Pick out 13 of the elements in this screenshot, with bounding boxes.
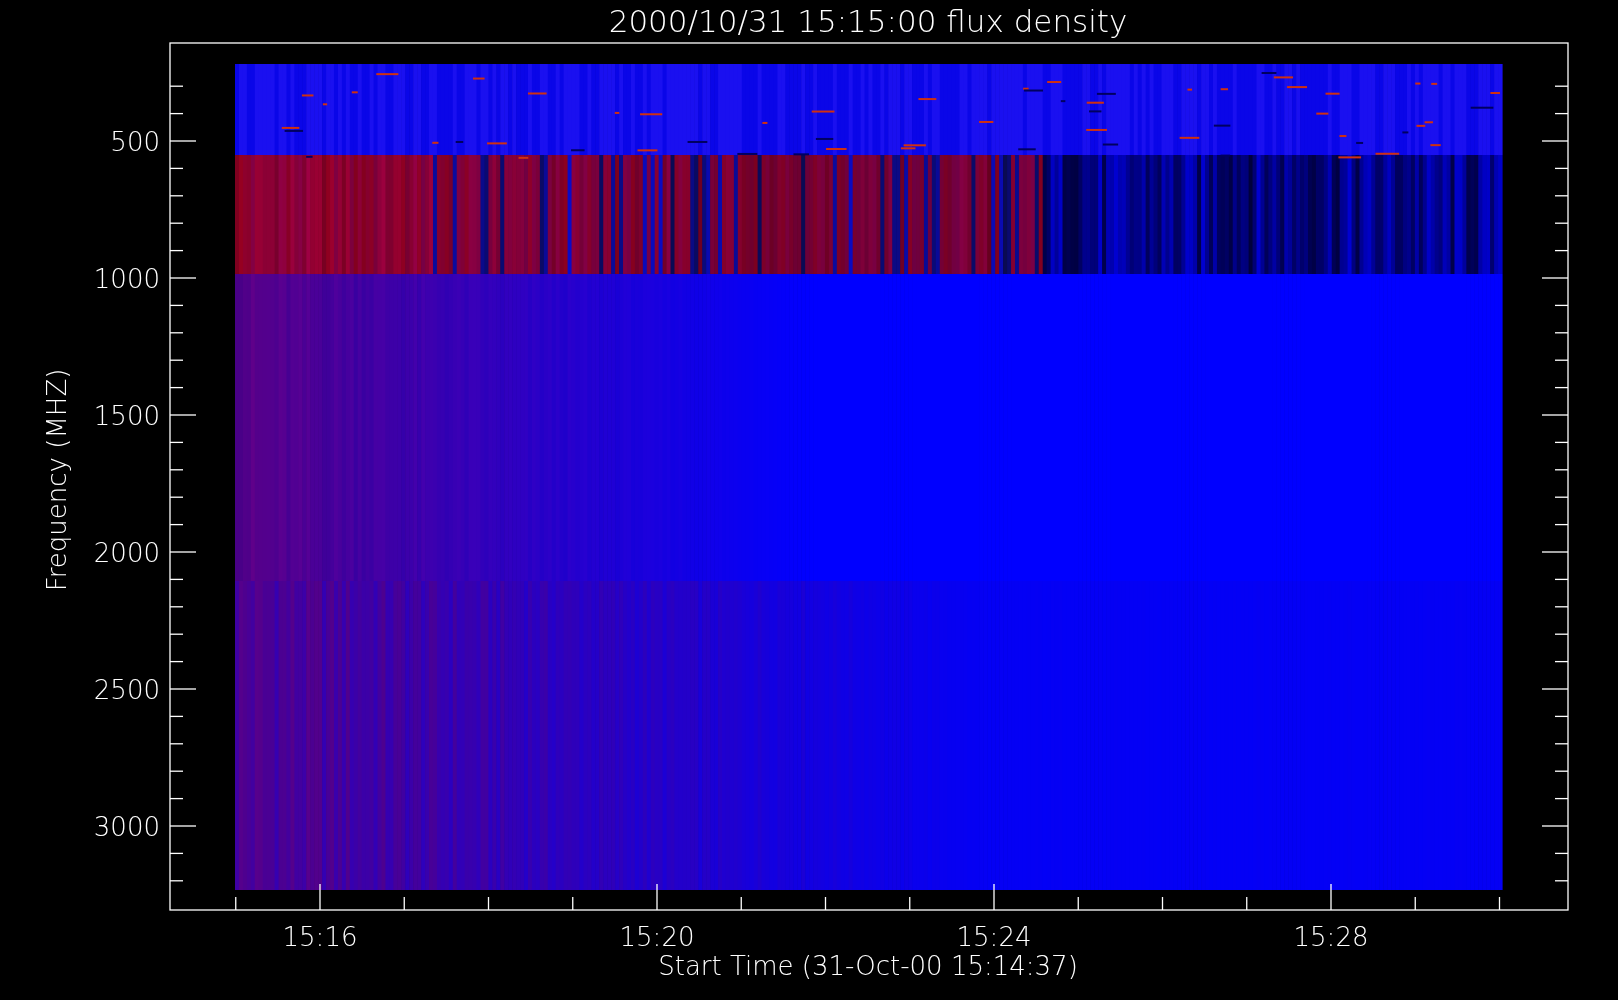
x-tick-label: 15:16 — [282, 922, 358, 952]
y-tick-label: 3000 — [93, 812, 160, 842]
y-tick-label: 2000 — [93, 538, 160, 568]
y-tick-label: 2500 — [93, 675, 160, 705]
y-tick-label: 1500 — [93, 401, 160, 431]
x-tick-label: 15:28 — [1293, 922, 1369, 952]
y-axis-title: Frequency (MHZ) — [42, 368, 72, 592]
x-axis-title: Start Time (31-Oct-00 15:14:37) — [658, 951, 1078, 981]
x-tick-label: 15:20 — [619, 922, 695, 952]
y-tick-label: 1000 — [93, 264, 160, 294]
x-tick-label: 15:24 — [956, 922, 1032, 952]
y-tick-label: 500 — [110, 127, 160, 157]
chart-title: 2000/10/31 15:15:00 flux density — [608, 3, 1128, 39]
